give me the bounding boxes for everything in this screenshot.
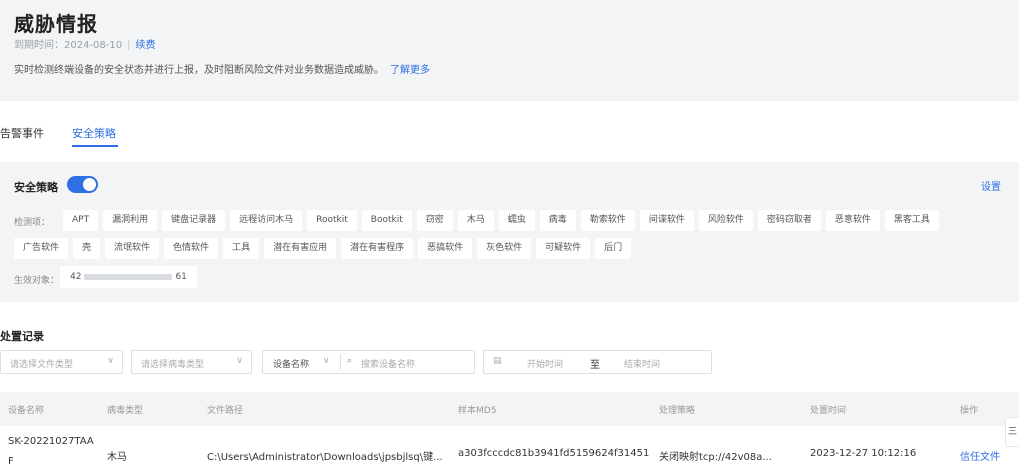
description-text: 实时检测终端设备的安全状态并进行上报，及时阻断风险文件对业务数据造成威胁。 bbox=[14, 65, 384, 76]
settings-link[interactable]: 设置 bbox=[981, 178, 1001, 193]
cell-virus-type: 木马 bbox=[107, 452, 127, 463]
table-row: SK-20221027TAA F 木马 C:\Users\Administrat… bbox=[0, 426, 1019, 475]
date-range-separator: 至 bbox=[590, 360, 600, 371]
detect-tag: 木马 bbox=[457, 210, 494, 231]
detect-tag: 键盘记录器 bbox=[162, 210, 226, 231]
detect-tags-row-1: APT 漏洞利用 键盘记录器 远程访问木马 Rootkit Bootkit 窃密… bbox=[63, 210, 939, 231]
learn-more-link[interactable]: 了解更多 bbox=[390, 65, 430, 76]
start-time-input[interactable]: 开始时间 bbox=[527, 357, 563, 370]
tab-security-policy[interactable]: 安全策略 bbox=[72, 125, 116, 141]
detect-tag: 窃密 bbox=[416, 210, 453, 231]
renew-link[interactable]: 续费 bbox=[136, 40, 156, 51]
cell-time: 2023-12-27 10:12:16 bbox=[810, 448, 917, 459]
policy-title: 安全策略 bbox=[14, 181, 58, 194]
column-header: 病毒类型 bbox=[107, 406, 144, 416]
column-header: 处理策略 bbox=[659, 406, 696, 416]
detect-tag: 色情软件 bbox=[164, 238, 219, 259]
cell-device-name: SK-20221027TAA bbox=[8, 436, 94, 447]
toggle-knob bbox=[83, 178, 96, 191]
target-suffix: 61 bbox=[175, 272, 187, 282]
detect-tag: Rootkit bbox=[307, 210, 357, 231]
page-title: 威胁情报 bbox=[14, 12, 98, 36]
file-type-select[interactable]: 请选择文件类型 ∨ bbox=[0, 350, 123, 374]
detect-tag: 潜在有害应用 bbox=[264, 238, 337, 259]
detect-tag: 工具 bbox=[223, 238, 260, 259]
active-tab-indicator bbox=[72, 145, 118, 147]
detect-tag: 远程访问木马 bbox=[230, 210, 303, 231]
page-description: 实时检测终端设备的安全状态并进行上报，及时阻断风险文件对业务数据造成威胁。 了解更… bbox=[14, 61, 430, 76]
detect-tag: 风险软件 bbox=[698, 210, 753, 231]
tab-alert-events[interactable]: 告警事件 bbox=[0, 125, 44, 141]
virus-type-placeholder: 请选择病毒类型 bbox=[141, 360, 205, 370]
detect-tag: 黑客工具 bbox=[884, 210, 939, 231]
detect-tag: 间谍软件 bbox=[639, 210, 694, 231]
detect-tag: Bootkit bbox=[361, 210, 412, 231]
page-header: 威胁情报 到期时间：2024-08-10 | 续费 实时检测终端设备的安全状态并进行… bbox=[0, 0, 1019, 101]
security-policy-panel: 安全策略 设置 检测项： APT 漏洞利用 键盘记录器 远程访问木马 Rootk… bbox=[0, 162, 1019, 302]
divider bbox=[340, 354, 341, 370]
cell-file-path: C:\Users\Administrator\Downloads\jpsbjls… bbox=[207, 452, 443, 463]
calendar-icon: ▤ bbox=[493, 356, 502, 366]
device-search-input[interactable]: 搜索设备名称 bbox=[361, 357, 415, 370]
detect-tag: 可疑软件 bbox=[536, 238, 591, 259]
target-value: 42 61 bbox=[60, 266, 197, 288]
redacted-mask bbox=[84, 273, 173, 280]
column-header: 文件路径 bbox=[207, 406, 244, 416]
expire-info: 到期时间：2024-08-10 | 续费 bbox=[14, 36, 156, 51]
expire-date: 到期时间：2024-08-10 bbox=[14, 40, 123, 51]
cell-md5: a303fcccdc81b3941fd5159624f31451 bbox=[458, 448, 650, 459]
column-header: 处置时间 bbox=[810, 406, 847, 416]
records-title: 处置记录 bbox=[0, 330, 44, 343]
trust-file-button[interactable]: 信任文件 bbox=[960, 448, 1000, 463]
chevron-down-icon: ∨ bbox=[236, 356, 243, 366]
policy-toggle[interactable] bbox=[67, 176, 98, 193]
detect-tags-row-2: 广告软件 壳 流氓软件 色情软件 工具 潜在有害应用 潜在有害程序 恶搞软件 灰… bbox=[14, 238, 632, 259]
cell-device-name-wrap: F bbox=[8, 456, 14, 467]
detect-tag: 恶搞软件 bbox=[418, 238, 473, 259]
column-header: 设备名称 bbox=[8, 406, 45, 416]
virus-type-select[interactable]: 请选择病毒类型 ∨ bbox=[131, 350, 252, 374]
detect-tag: APT bbox=[63, 210, 99, 231]
detect-tag: 灰色软件 bbox=[477, 238, 532, 259]
detect-items-label: 检测项： bbox=[14, 218, 51, 228]
date-range-picker[interactable]: ▤ 开始时间 至 结束时间 bbox=[483, 350, 712, 374]
side-float-tab[interactable]: 三 bbox=[1005, 417, 1019, 447]
file-type-placeholder: 请选择文件类型 bbox=[10, 360, 74, 370]
table-header: 设备名称 病毒类型 文件路径 样本MD5 处理策略 处置时间 操作 bbox=[0, 392, 1019, 426]
detect-tag: 潜在有害程序 bbox=[341, 238, 414, 259]
detect-tag: 广告软件 bbox=[14, 238, 69, 259]
target-label: 生效对象： bbox=[14, 276, 60, 286]
target-prefix: 42 bbox=[70, 272, 82, 282]
separator: | bbox=[127, 40, 131, 51]
chevron-down-icon: ∨ bbox=[323, 356, 330, 366]
detect-tag: 后门 bbox=[595, 238, 632, 259]
detect-tag: 蠕虫 bbox=[498, 210, 535, 231]
detect-tag: 勒索软件 bbox=[580, 210, 635, 231]
column-header: 操作 bbox=[960, 406, 979, 416]
detect-tag: 漏洞利用 bbox=[103, 210, 158, 231]
detect-tag: 恶意软件 bbox=[825, 210, 880, 231]
detect-tag: 密码窃取者 bbox=[757, 210, 821, 231]
device-field-select[interactable]: 设备名称 bbox=[273, 357, 309, 370]
column-header: 样本MD5 bbox=[458, 406, 497, 416]
search-icon: ⌕ bbox=[347, 356, 353, 366]
cell-policy: 关闭映射tcp://42v08a... bbox=[659, 452, 772, 463]
detect-tag: 壳 bbox=[73, 238, 101, 259]
tab-bar: 告警事件 安全策略 bbox=[0, 101, 1019, 153]
chevron-down-icon: ∨ bbox=[107, 356, 114, 366]
detect-tag: 流氓软件 bbox=[105, 238, 160, 259]
detect-tag: 病毒 bbox=[539, 210, 576, 231]
end-time-input[interactable]: 结束时间 bbox=[624, 357, 660, 370]
device-search-group: 设备名称 ∨ ⌕ 搜索设备名称 bbox=[262, 350, 475, 374]
